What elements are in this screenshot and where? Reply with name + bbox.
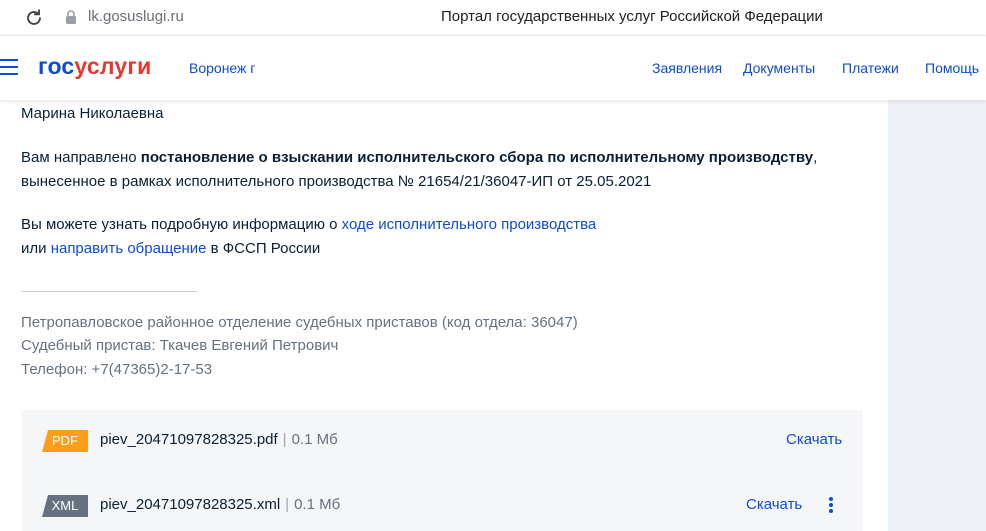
file-name: piev_20471097828325.pdf | 0.1 Мб [100, 431, 338, 448]
region-selector[interactable]: Воронеж г [189, 60, 255, 76]
info-line: Вы можете узнать подробную информацию о … [21, 216, 596, 233]
pdf-badge-label: PDF [52, 433, 78, 448]
message-line-1-prefix: Вам направлено [21, 149, 141, 166]
file-size: 0.1 Мб [294, 496, 341, 513]
file-name: piev_20471097828325.xml | 0.1 Мб [100, 496, 340, 513]
download-pdf-button[interactable]: Скачать [786, 431, 842, 448]
message-line-1-suffix: , [813, 149, 818, 166]
file-size: 0.1 Мб [291, 431, 338, 448]
message-line-2: вынесенное в рамках исполнительного прои… [21, 173, 652, 190]
logo-part-uslugi: услуги [74, 53, 152, 79]
greeting: Марина Николаевна [21, 105, 164, 122]
signature-department: Петропавловское районное отделение судеб… [21, 314, 578, 331]
file-row-pdf: PDF piev_20471097828325.pdf | 0.1 Мб Скача… [22, 421, 863, 461]
attachments-list: PDF piev_20471097828325.pdf | 0.1 Мб Скача… [22, 410, 863, 531]
nav-payments[interactable]: Платежи [842, 60, 899, 76]
file-separator: | [282, 431, 287, 448]
file-name-text: piev_20471097828325.xml [100, 496, 281, 513]
send-appeal-link[interactable]: направить обращение [51, 240, 207, 257]
signature-phone: Телефон: +7(47365)2-17-53 [21, 361, 213, 378]
logo-part-gos: гос [38, 53, 75, 79]
signature-officer: Судебный пристав: Ткачев Евгений Петрови… [21, 337, 339, 354]
resolution-title: постановление о взыскании исполнительско… [140, 149, 814, 166]
appeal-line: или направить обращение в ФССП России [21, 240, 320, 257]
nav-applications[interactable]: Заявления [652, 60, 722, 76]
signature-divider [22, 291, 197, 292]
gosuslugi-logo[interactable]: госуслуги [38, 53, 151, 80]
url-text[interactable]: lk.gosuslugi.ru [88, 8, 184, 25]
lock-icon [66, 10, 76, 24]
download-xml-button[interactable]: Скачать [746, 496, 802, 513]
browser-url-bar: lk.gosuslugi.ru Портал государственных у… [0, 0, 986, 36]
xml-file-icon: XML [42, 495, 88, 517]
reload-icon[interactable] [23, 7, 45, 29]
nav-help[interactable]: Помощь [925, 60, 979, 76]
message-line-1: Вам направлено постановление о взыскании… [21, 149, 817, 166]
file-separator: | [285, 496, 290, 513]
file-name-text: piev_20471097828325.pdf [100, 431, 278, 448]
nav-documents[interactable]: Документы [743, 60, 815, 76]
menu-icon[interactable] [0, 59, 18, 75]
info-prefix: Вы можете узнать подробную информацию о [21, 216, 342, 233]
page-title: Портал государственных услуг Российской … [441, 8, 823, 25]
appeal-suffix: в ФССП России [206, 240, 321, 257]
pdf-file-icon: PDF [42, 430, 88, 452]
xml-badge-label: XML [51, 498, 79, 513]
more-options-icon[interactable] [825, 495, 837, 517]
file-row-xml: XML piev_20471097828325.xml | 0.1 Мб Скача… [22, 486, 863, 526]
proceedings-progress-link[interactable]: ходе исполнительного производства [342, 216, 597, 233]
site-header: госуслуги Воронеж г Заявления Документы … [0, 36, 986, 100]
appeal-prefix: или [21, 240, 51, 257]
